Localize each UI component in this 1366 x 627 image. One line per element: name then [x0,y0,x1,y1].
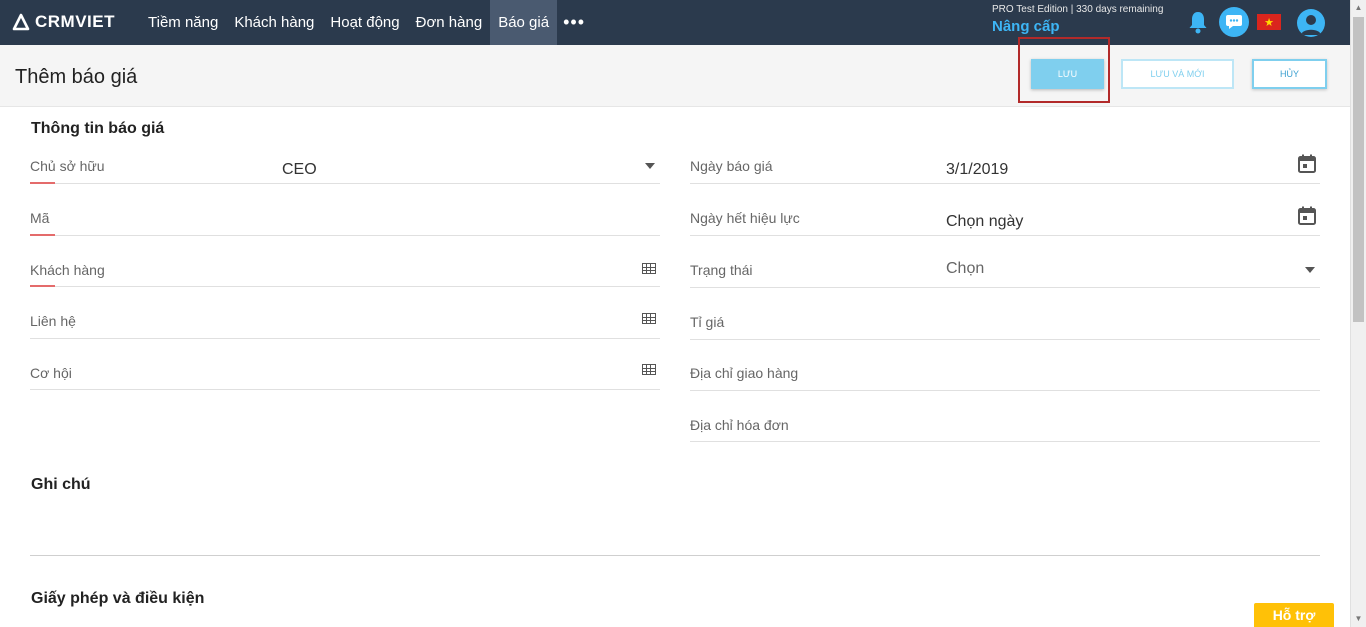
field-exchange-rate[interactable]: Tỉ giá [690,288,1320,340]
bell-icon[interactable] [1187,10,1209,34]
expiry-date-value[interactable]: Chọn ngày [946,213,1023,231]
status-select-value[interactable]: Chọn [946,260,984,278]
nav-item-activities[interactable]: Hoạt động [322,0,407,45]
chat-bubble-icon [1226,15,1242,29]
notes-divider [30,555,1320,556]
top-navbar: CRMVIET Tiềm năng Khách hàng Hoạt động Đ… [0,0,1350,45]
nav-more-button[interactable]: ••• [557,0,591,45]
table-lookup-icon[interactable] [642,313,656,324]
nav-item-customers[interactable]: Khách hàng [226,0,322,45]
user-avatar[interactable] [1297,9,1325,37]
save-button[interactable]: LƯU [1031,59,1104,89]
field-label: Mã [30,210,50,226]
field-label: Trạng thái [690,262,753,278]
section-title-terms: Giấy phép và điều kiện [31,590,205,607]
field-code[interactable]: Mã [30,184,660,236]
field-label: Địa chỉ hóa đơn [690,417,789,433]
chevron-down-icon[interactable] [1305,267,1315,273]
nav-item-orders[interactable]: Đơn hàng [408,0,491,45]
calendar-icon[interactable] [1298,154,1316,173]
field-shipping-address[interactable]: Địa chỉ giao hàng [690,339,1320,391]
page-header: Thêm báo giá LƯU LƯU VÀ MỚI HỦY [0,37,1350,107]
scroll-up-arrow-icon[interactable]: ▲ [1351,0,1366,16]
page-title: Thêm báo giá [15,66,138,88]
field-customer[interactable]: Khách hàng [30,235,660,287]
field-label: Tỉ giá [690,314,725,330]
field-opportunity[interactable]: Cơ hội [30,338,660,390]
field-contact[interactable]: Liên hệ [30,287,660,339]
logo-icon [12,13,30,31]
field-status[interactable]: Trạng thái Chọn [690,236,1320,288]
calendar-icon[interactable] [1298,206,1316,225]
field-quote-date[interactable]: Ngày báo giá 3/1/2019 [690,132,1320,184]
scroll-down-arrow-icon[interactable]: ▼ [1351,611,1366,627]
field-label: Địa chỉ giao hàng [690,365,799,381]
nav-item-leads[interactable]: Tiềm năng [140,0,226,45]
edition-info: PRO Test Edition | 330 days remaining [992,4,1164,15]
field-billing-address[interactable]: Địa chỉ hóa đơn [690,390,1320,442]
field-label: Cơ hội [30,365,72,381]
save-and-new-button[interactable]: LƯU VÀ MỚI [1121,59,1234,89]
quote-date-value[interactable]: 3/1/2019 [946,161,1008,179]
vietnam-flag-icon[interactable]: ★ [1257,14,1281,30]
main-nav: Tiềm năng Khách hàng Hoạt động Đơn hàng … [140,0,591,45]
field-label: Chủ sở hữu [30,158,105,174]
section-title-notes: Ghi chú [31,476,91,493]
user-icon [1301,15,1321,35]
chevron-down-icon[interactable] [645,163,655,169]
field-owner[interactable]: Chủ sở hữu CEO [30,132,660,184]
chat-icon[interactable] [1219,7,1249,37]
nav-item-quotes[interactable]: Báo giá [490,0,558,45]
support-button[interactable]: Hỗ trợ [1254,603,1334,627]
field-expiry-date[interactable]: Ngày hết hiệu lực Chọn ngày [690,184,1320,236]
upgrade-link[interactable]: Nâng cấp [992,18,1060,35]
owner-select-value[interactable]: CEO [282,161,317,179]
field-label: Ngày báo giá [690,158,773,174]
field-label: Ngày hết hiệu lực [690,210,800,226]
cancel-button[interactable]: HỦY [1252,59,1327,89]
logo-text: CRMVIET [35,12,115,31]
table-lookup-icon[interactable] [642,364,656,375]
field-label: Liên hệ [30,313,76,329]
scroll-thumb[interactable] [1353,17,1364,322]
table-lookup-icon[interactable] [642,263,656,274]
field-label: Khách hàng [30,262,105,278]
app-logo[interactable]: CRMVIET [11,11,115,33]
scrollbar[interactable]: ▲ ▼ [1350,0,1366,627]
